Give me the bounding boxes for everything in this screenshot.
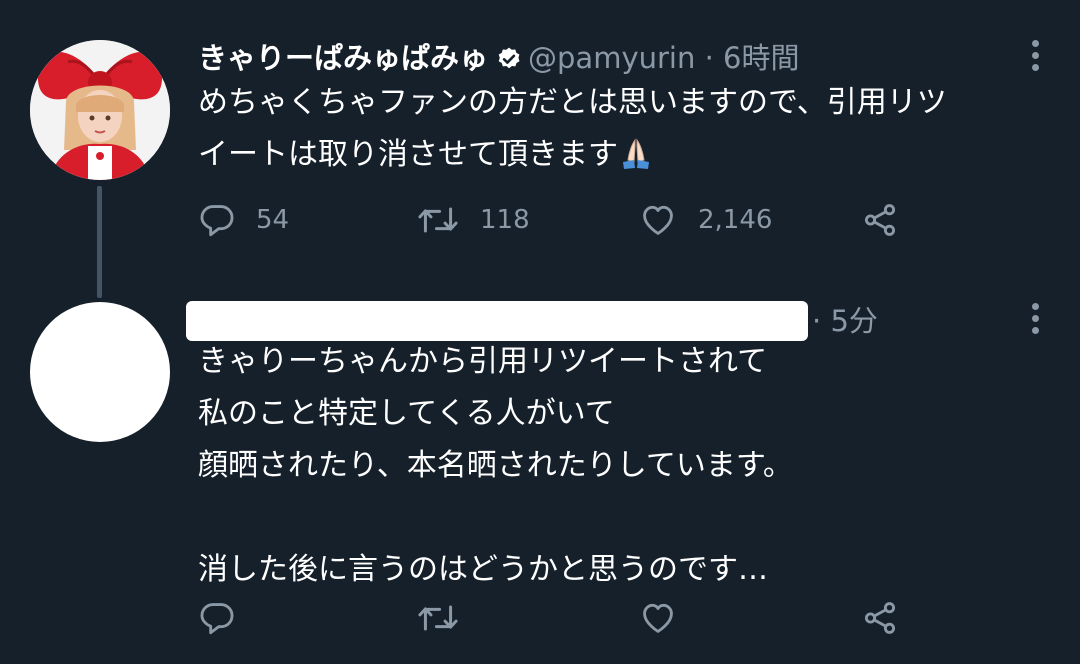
tweet-text: めちゃくちゃファンの方だとは思いますので、引用リツ イートは取り消させて頂きます bbox=[198, 77, 1048, 187]
tweet-header: · 5分 bbox=[186, 301, 878, 341]
reply-button[interactable] bbox=[198, 596, 236, 640]
like-count: 2,146 bbox=[698, 205, 773, 235]
reply-icon bbox=[200, 205, 234, 237]
share-icon bbox=[864, 602, 896, 634]
retweet-icon bbox=[418, 605, 458, 631]
tweet-text-line-1: めちゃくちゃファンの方だとは思いますので、引用リツ bbox=[198, 85, 947, 120]
tweet-actions: 54 118 2,146 bbox=[198, 198, 918, 242]
tweet-header: きゃりーぱみゅぱみゅ @pamyurin · 6時間 bbox=[198, 38, 799, 82]
redacted-avatar[interactable] bbox=[30, 302, 170, 442]
header-separator: · bbox=[812, 304, 822, 338]
tweet-timestamp[interactable]: 5分 bbox=[830, 304, 877, 338]
more-vertical-icon[interactable] bbox=[1032, 40, 1040, 71]
like-button[interactable] bbox=[638, 596, 678, 640]
verified-badge-icon bbox=[496, 42, 522, 82]
redacted-author-name bbox=[186, 301, 808, 341]
folded-hands-emoji-icon bbox=[620, 135, 652, 187]
reply-count: 54 bbox=[256, 205, 290, 235]
retweet-count: 118 bbox=[480, 205, 530, 235]
author-handle[interactable]: @pamyurin bbox=[528, 41, 695, 75]
retweet-button[interactable] bbox=[416, 596, 460, 640]
avatar-image bbox=[30, 40, 170, 180]
retweet-button[interactable]: 118 bbox=[416, 198, 530, 242]
share-button[interactable] bbox=[860, 596, 900, 640]
author-avatar[interactable] bbox=[30, 40, 170, 180]
more-vertical-icon[interactable] bbox=[1032, 303, 1040, 334]
tweet-timestamp[interactable]: 6時間 bbox=[723, 41, 799, 75]
like-button[interactable]: 2,146 bbox=[638, 198, 772, 242]
tweet-1[interactable]: きゃりーぱみゅぱみゅ @pamyurin · 6時間 めちゃくちゃファンの方だとは… bbox=[0, 0, 1080, 300]
share-icon bbox=[864, 204, 896, 236]
header-separator: · bbox=[704, 41, 714, 75]
tweet-text-line-2: イートは取り消させて頂きます bbox=[198, 137, 618, 172]
author-display-name[interactable]: きゃりーぱみゅぱみゅ bbox=[198, 41, 488, 75]
thread-connector-line bbox=[97, 186, 102, 298]
heart-icon bbox=[643, 603, 673, 633]
heart-icon bbox=[643, 205, 673, 235]
reply-button[interactable]: 54 bbox=[198, 198, 289, 242]
tweet-2[interactable]: · 5分 きゃりーちゃんから引用リツイートされて 私のこと特定してくる人がいて … bbox=[0, 300, 1080, 664]
tweet-actions bbox=[198, 596, 918, 640]
tweet-text: きゃりーちゃんから引用リツイートされて 私のこと特定してくる人がいて 顔晒された… bbox=[198, 344, 793, 587]
retweet-icon bbox=[418, 207, 458, 233]
reply-icon bbox=[200, 603, 234, 635]
share-button[interactable] bbox=[860, 198, 900, 242]
